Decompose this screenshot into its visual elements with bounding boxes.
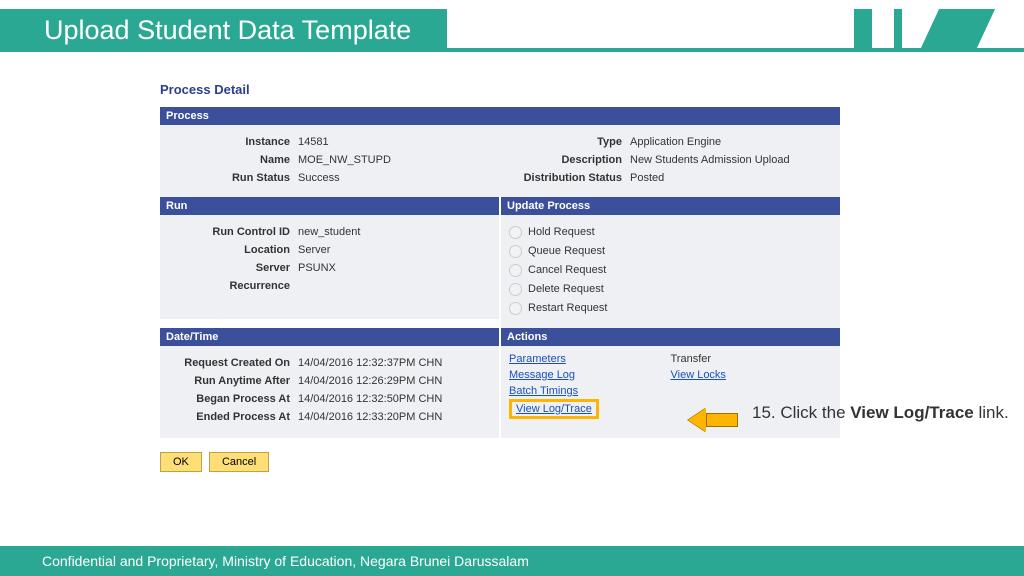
cancel-request-option[interactable]: Cancel Request — [509, 262, 832, 279]
instance-value: 14581 — [298, 134, 329, 150]
type-value: Application Engine — [630, 134, 721, 150]
restart-request-option[interactable]: Restart Request — [509, 300, 832, 317]
accent-stripe — [854, 9, 872, 48]
run-after-label: Run Anytime After — [168, 373, 298, 389]
arrow-icon — [688, 408, 738, 432]
delete-request-radio[interactable] — [509, 283, 522, 296]
name-label: Name — [168, 152, 298, 168]
run-after-value: 14/04/2016 12:26:29PM CHN — [298, 373, 442, 389]
name-value: MOE_NW_STUPD — [298, 152, 391, 168]
transfer-text: Transfer — [671, 353, 833, 365]
cancel-request-radio[interactable] — [509, 264, 522, 277]
process-detail-panel: Process Detail Process Instance14581 Nam… — [160, 82, 840, 472]
view-log-trace-link[interactable]: View Log/Trace — [516, 403, 592, 415]
footer-text: Confidential and Proprietary, Ministry o… — [0, 546, 1024, 576]
process-header: Process — [160, 107, 840, 125]
request-created-label: Request Created On — [168, 355, 298, 371]
process-body: Instance14581 NameMOE_NW_STUPD Run Statu… — [160, 125, 840, 197]
section-title: Process Detail — [160, 82, 840, 97]
view-locks-link[interactable]: View Locks — [671, 369, 833, 381]
ended-label: Ended Process At — [168, 409, 298, 425]
queue-request-radio[interactable] — [509, 245, 522, 258]
run-control-id-label: Run Control ID — [168, 224, 298, 240]
run-status-value: Success — [298, 170, 340, 186]
hold-request-option[interactable]: Hold Request — [509, 224, 832, 241]
began-value: 14/04/2016 12:32:50PM CHN — [298, 391, 442, 407]
location-label: Location — [168, 242, 298, 258]
location-value: Server — [298, 242, 330, 258]
accent-stripe — [921, 9, 995, 48]
ok-button[interactable]: OK — [160, 452, 202, 472]
queue-request-option[interactable]: Queue Request — [509, 243, 832, 260]
delete-request-option[interactable]: Delete Request — [509, 281, 832, 298]
title-bar: Upload Student Data Template — [0, 0, 1024, 52]
dist-status-value: Posted — [630, 170, 664, 186]
parameters-link[interactable]: Parameters — [509, 353, 671, 365]
dist-status-label: Distribution Status — [500, 170, 630, 186]
type-label: Type — [500, 134, 630, 150]
page-title: Upload Student Data Template — [0, 9, 447, 48]
update-process-body: Hold Request Queue Request Cancel Reques… — [501, 215, 840, 328]
button-row: OK Cancel — [160, 452, 840, 472]
actions-header: Actions — [501, 328, 840, 346]
run-status-label: Run Status — [168, 170, 298, 186]
instance-label: Instance — [168, 134, 298, 150]
ended-value: 14/04/2016 12:33:20PM CHN — [298, 409, 442, 425]
run-body: Run Control IDnew_student LocationServer… — [160, 215, 499, 319]
message-log-link[interactable]: Message Log — [509, 369, 671, 381]
view-log-trace-highlight: View Log/Trace — [509, 399, 599, 419]
batch-timings-link[interactable]: Batch Timings — [509, 385, 671, 397]
update-process-header: Update Process — [501, 197, 840, 215]
run-header: Run — [160, 197, 499, 215]
server-value: PSUNX — [298, 260, 336, 276]
datetime-header: Date/Time — [160, 328, 499, 346]
description-label: Description — [500, 152, 630, 168]
hold-request-radio[interactable] — [509, 226, 522, 239]
request-created-value: 14/04/2016 12:32:37PM CHN — [298, 355, 442, 371]
accent-stripe — [894, 9, 902, 48]
restart-request-radio[interactable] — [509, 302, 522, 315]
datetime-body: Request Created On14/04/2016 12:32:37PM … — [160, 346, 499, 438]
run-control-id-value: new_student — [298, 224, 360, 240]
instruction-callout: 15. Click the View Log/Trace link. — [752, 402, 1012, 424]
recurrence-label: Recurrence — [168, 278, 298, 294]
description-value: New Students Admission Upload — [630, 152, 790, 168]
cancel-button[interactable]: Cancel — [209, 452, 269, 472]
server-label: Server — [168, 260, 298, 276]
actions-body: Parameters Transfer Message Log View Loc… — [501, 346, 840, 438]
began-label: Began Process At — [168, 391, 298, 407]
